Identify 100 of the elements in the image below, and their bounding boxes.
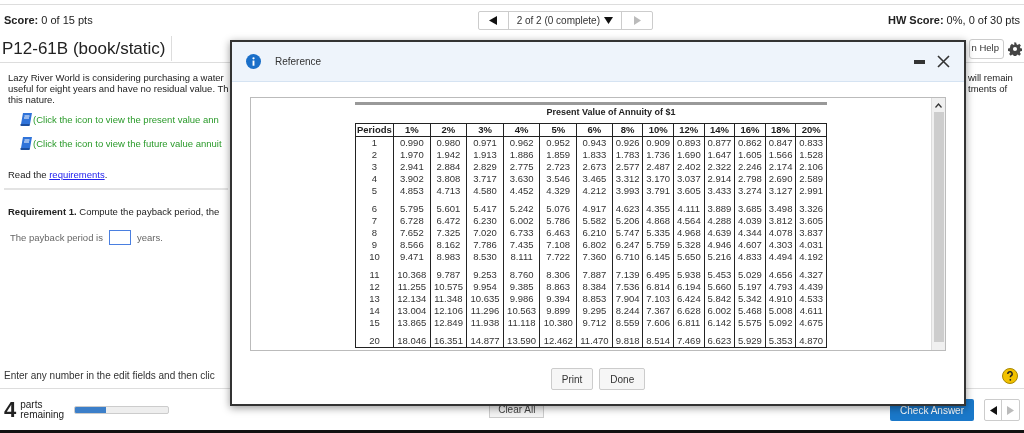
table-cell: 4.675 bbox=[795, 317, 827, 329]
table-cell: 5.029 bbox=[734, 263, 766, 281]
table-cell: 6.002 bbox=[704, 305, 735, 317]
table-cell: 7.536 bbox=[612, 281, 643, 293]
scrollbar[interactable] bbox=[931, 98, 945, 350]
table-cell: 4.031 bbox=[795, 239, 827, 251]
table-cell: 9.712 bbox=[576, 317, 613, 329]
table-cell: 3.685 bbox=[734, 197, 766, 215]
table-cell: 4.564 bbox=[673, 215, 705, 227]
table-cell: 9.899 bbox=[539, 305, 577, 317]
table-cell: 4.713 bbox=[430, 185, 467, 197]
table-cell: 3.037 bbox=[673, 173, 705, 185]
table-cell: 9.818 bbox=[612, 329, 643, 348]
table-cell: 2.589 bbox=[795, 173, 827, 185]
table-cell: 4.288 bbox=[704, 215, 735, 227]
table-cell: 6.814 bbox=[642, 281, 674, 293]
table-cell: 3.605 bbox=[795, 215, 827, 227]
table-cell: 9.295 bbox=[576, 305, 613, 317]
table-cell: 11.296 bbox=[466, 305, 504, 317]
table-cell: 0.862 bbox=[734, 136, 766, 149]
table-cell: 5.468 bbox=[734, 305, 766, 317]
settings-icon[interactable] bbox=[1008, 41, 1022, 56]
table-cell: 10 bbox=[355, 251, 394, 263]
table-cell: 7.722 bbox=[539, 251, 577, 263]
table-cell: 7.469 bbox=[673, 329, 705, 348]
table-cell: 5.076 bbox=[539, 197, 577, 215]
table-cell: 0.962 bbox=[503, 136, 540, 149]
table-cell: 5 bbox=[355, 185, 394, 197]
table-cell: 3.465 bbox=[576, 173, 613, 185]
table-cell: 3.717 bbox=[466, 173, 504, 185]
table-cell: 5.650 bbox=[673, 251, 705, 263]
problem-text: tments of bbox=[968, 83, 1009, 94]
dialog-button[interactable]: Done bbox=[599, 368, 646, 390]
column-header: 20% bbox=[795, 123, 827, 137]
table-cell: 7.904 bbox=[612, 293, 643, 305]
resource-link[interactable]: (Click the icon to view the future value annuit bbox=[33, 138, 222, 149]
book-icon[interactable] bbox=[20, 137, 32, 150]
table-cell: 4.533 bbox=[795, 293, 827, 305]
dialog-button[interactable]: Print bbox=[550, 368, 594, 390]
table-cell: 15 bbox=[355, 317, 394, 329]
column-header: 8% bbox=[612, 123, 643, 137]
requirements-link[interactable]: requirements bbox=[49, 169, 105, 180]
table-cell: 3.902 bbox=[393, 173, 431, 185]
table-cell: 2.829 bbox=[466, 161, 504, 173]
table-cell: 8.863 bbox=[539, 281, 577, 293]
table-cell: 1.736 bbox=[642, 149, 674, 161]
table-cell: 6.628 bbox=[673, 305, 705, 317]
table-cell: 5.206 bbox=[612, 215, 643, 227]
table-cell: 4.344 bbox=[734, 227, 766, 239]
table-cell: 9.471 bbox=[393, 251, 431, 263]
table-cell: 20 bbox=[355, 329, 394, 348]
table-cell: 4.452 bbox=[503, 185, 540, 197]
close-icon[interactable] bbox=[937, 55, 950, 68]
table-cell: 12.462 bbox=[539, 329, 577, 348]
right-arrow-icon bbox=[633, 15, 641, 25]
table-cell: 10.563 bbox=[503, 305, 540, 317]
table-cell: 5.759 bbox=[642, 239, 674, 251]
table-cell: 2.246 bbox=[734, 161, 766, 173]
table-cell: 13 bbox=[355, 293, 394, 305]
instruction-text: Read the requirements. bbox=[8, 169, 109, 180]
right-arrow-icon bbox=[1007, 405, 1014, 415]
table-cell: 5.008 bbox=[765, 305, 796, 317]
table-cell: 2.798 bbox=[734, 173, 766, 185]
table-cell: 1.859 bbox=[539, 149, 577, 161]
help-button[interactable]: n Help bbox=[968, 38, 1004, 59]
column-header: 16% bbox=[734, 123, 766, 137]
table-cell: 6.495 bbox=[642, 263, 674, 281]
table-cell: 4.611 bbox=[795, 305, 827, 317]
table-cell: 6.194 bbox=[673, 281, 705, 293]
column-header: 3% bbox=[466, 123, 504, 137]
table-cell: 4.303 bbox=[765, 239, 796, 251]
problem-text: will remain bbox=[968, 72, 1014, 83]
minimize-icon[interactable] bbox=[914, 59, 925, 64]
table-cell: 4 bbox=[355, 173, 394, 185]
answer-field[interactable] bbox=[108, 230, 131, 245]
resource-link[interactable]: (Click the icon to view the present value ann bbox=[33, 114, 219, 125]
problem-title: P12-61B (book/static) bbox=[2, 35, 173, 62]
problem-text: this nature. bbox=[8, 94, 56, 105]
table-cell: 2.723 bbox=[539, 161, 577, 173]
table-cell: 8.162 bbox=[430, 239, 467, 251]
table-cell: 12 bbox=[355, 281, 394, 293]
table-cell: 0.952 bbox=[539, 136, 577, 149]
table-cell: 1.833 bbox=[576, 149, 613, 161]
table-cell: 3.808 bbox=[430, 173, 467, 185]
column-header: Periods bbox=[355, 123, 394, 137]
table-cell: 3.170 bbox=[642, 173, 674, 185]
table-cell: 4.870 bbox=[795, 329, 827, 348]
table-cell: 2.775 bbox=[503, 161, 540, 173]
table-cell: 7.360 bbox=[576, 251, 613, 263]
table-cell: 1.528 bbox=[795, 149, 827, 161]
table-cell: 5.342 bbox=[734, 293, 766, 305]
info-icon bbox=[246, 54, 261, 69]
column-header: 2% bbox=[430, 123, 467, 137]
help-icon[interactable] bbox=[1002, 367, 1018, 384]
table-cell: 0.971 bbox=[466, 136, 504, 149]
table-cell: 1.886 bbox=[503, 149, 540, 161]
table-cell: 2.941 bbox=[393, 161, 431, 173]
table-cell: 6.733 bbox=[503, 227, 540, 239]
book-icon[interactable] bbox=[20, 113, 32, 126]
table-cell: 4.968 bbox=[673, 227, 705, 239]
